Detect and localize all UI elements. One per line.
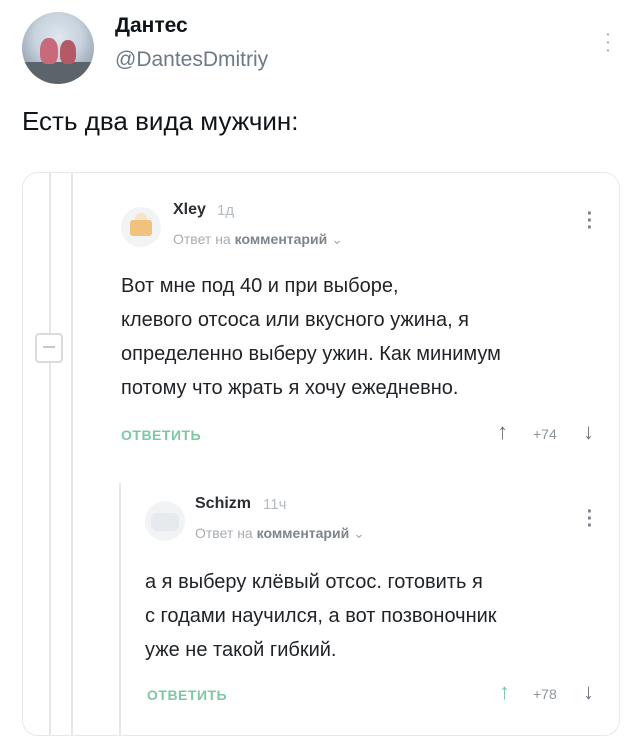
comment-username[interactable]: Xley (173, 201, 206, 219)
vote-count: +74 (533, 426, 557, 442)
arrow-down-icon[interactable]: ↓ (583, 419, 594, 445)
comment-time: 1д (217, 202, 235, 219)
reply-to-prefix: Ответ на (173, 231, 231, 247)
kebab-menu-icon[interactable]: · · · (585, 204, 595, 238)
thread-line (71, 173, 73, 735)
comment-line: Вот мне под 40 и при выборе, (121, 275, 399, 297)
more-vertical-icon[interactable]: · · · (600, 24, 616, 60)
reply-button[interactable]: ОТВЕТИТЬ (121, 427, 201, 443)
commenter-avatar[interactable] (145, 501, 185, 541)
attached-image[interactable]: Xley 1д Ответ на комментарий ⌄ · · · Вот м… (22, 172, 620, 736)
comment-line: уже не такой гибкий. (145, 639, 337, 661)
comment-line: клевого отсоса или вкусного ужина, я (121, 309, 470, 331)
chevron-down-icon: ⌄ (353, 525, 365, 541)
comment-line: а я выберу клёвый отсос. готовить я (145, 571, 483, 593)
collapse-minus-icon[interactable] (35, 333, 63, 363)
author-name[interactable]: Дантес (115, 14, 188, 38)
author-handle[interactable]: @DantesDmitriy (115, 48, 268, 72)
comment-username[interactable]: Schizm (195, 495, 251, 513)
arrow-up-icon[interactable]: ↑ (497, 419, 508, 445)
thread-line (119, 483, 121, 735)
reply-to-target: комментарий (256, 525, 350, 541)
comment-line: определенно выберу ужин. Как минимум (121, 343, 501, 365)
kebab-menu-icon[interactable]: · · · (585, 502, 595, 536)
chevron-down-icon: ⌄ (331, 231, 343, 247)
comment-time: 11ч (263, 496, 287, 513)
reply-button[interactable]: ОТВЕТИТЬ (147, 687, 227, 703)
reply-to-target: комментарий (234, 231, 328, 247)
comment-line: с годами научился, а вот позвоночник (145, 605, 497, 627)
reply-to-link[interactable]: Ответ на комментарий ⌄ (173, 231, 343, 248)
commenter-avatar[interactable] (121, 207, 161, 247)
vote-count: +78 (533, 686, 557, 702)
thread-line (49, 173, 51, 735)
arrow-down-icon[interactable]: ↓ (583, 679, 594, 705)
reply-to-prefix: Ответ на (195, 525, 253, 541)
arrow-up-icon[interactable]: ↑ (499, 679, 510, 705)
reply-to-link[interactable]: Ответ на комментарий ⌄ (195, 525, 365, 542)
author-avatar[interactable] (22, 12, 94, 84)
tweet-text: Есть два вида мужчин: (22, 106, 299, 136)
comment-line: потому что жрать я хочу ежедневно. (121, 377, 459, 399)
comment-body: Вот мне под 40 и при выборе, клевого отс… (121, 269, 501, 405)
comment-body: а я выберу клёвый отсос. готовить я с го… (145, 565, 497, 667)
